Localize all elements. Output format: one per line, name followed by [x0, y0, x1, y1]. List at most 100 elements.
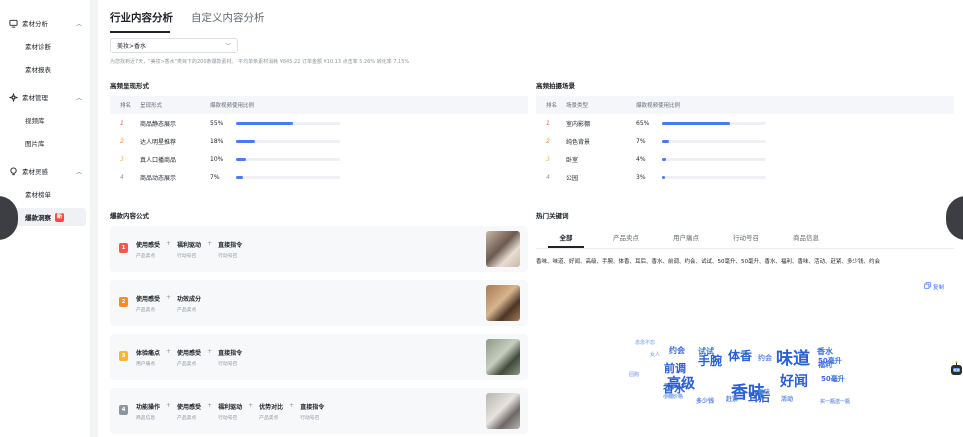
step-subtitle: 行动号召	[218, 362, 238, 367]
row-type: 商品动态展示	[140, 174, 177, 182]
row-ratio: 65%	[636, 120, 954, 127]
formula-card[interactable]: 2 使用感受 产品卖点 + 功效成分 产品卖点	[110, 280, 528, 326]
row-percent: 7%	[210, 173, 220, 181]
step-subtitle: 商品信息	[136, 416, 156, 421]
bulb-icon	[8, 166, 18, 176]
sidebar-group-manage[interactable]: 素材管理 ︿	[0, 88, 90, 106]
keywords-title: 热门关键词	[536, 212, 569, 220]
row-type: 公园	[566, 174, 579, 182]
ratio-bar-track	[662, 157, 766, 161]
step-title: 功能操作	[136, 404, 161, 411]
step-subtitle: 产品卖点	[177, 416, 197, 421]
step-title: 优势对比	[259, 404, 284, 411]
scene-table: 排名 场景类型 爆款视频使用比例 1 室内影棚 65% 2 纯色背景 7% 3 卧室 4% 4 公园…	[536, 96, 954, 186]
ratio-bar-fill	[236, 157, 247, 161]
row-percent: 65%	[636, 119, 650, 127]
keyword-tabs: 全部 产品卖点 用户痛点 行动号召 商品信息	[536, 226, 954, 248]
formula-card[interactable]: 1 使用感受 产品卖点 + 福利驱动 行动号召 + 直接指令 行动号召	[110, 226, 528, 272]
video-thumbnail[interactable]	[486, 285, 520, 321]
header-ratio: 爆款视频使用比例	[636, 103, 681, 109]
video-thumbnail[interactable]	[486, 393, 520, 429]
header-type: 呈现形式	[140, 103, 163, 109]
formula-steps: 体验痛点 用户痛点 + 使用感受 产品卖点 + 直接指令 行动号召	[136, 348, 248, 367]
cross-icon	[8, 92, 18, 102]
table-row: 1 室内影棚 65%	[536, 114, 954, 132]
video-thumbnail[interactable]	[486, 339, 520, 375]
step-subtitle: 产品卖点	[136, 254, 156, 259]
formula-step: 使用感受 产品卖点	[177, 402, 201, 421]
sidebar-group-analysis[interactable]: 素材分析 ︿	[0, 14, 90, 32]
video-thumbnail[interactable]	[486, 231, 520, 267]
table-row: 1 商品静态展示 55%	[110, 114, 528, 132]
formula-step: 直接指令 行动号召	[218, 348, 242, 367]
formula-title: 爆款内容公式	[110, 212, 149, 220]
sidebar-group-label: 素材管理	[22, 94, 48, 102]
step-title: 直接指令	[218, 350, 243, 357]
row-rank: 4	[120, 173, 124, 181]
step-separator: +	[207, 402, 213, 409]
sidebar-item-ranking[interactable]: 素材榜单	[0, 185, 90, 203]
assistant-robot-icon[interactable]	[948, 360, 963, 380]
keyword-cloud-word: 50毫升	[818, 357, 842, 365]
keyword-tab-all[interactable]: 全部	[536, 232, 596, 242]
keyword-tab-selling-points[interactable]: 产品卖点	[596, 232, 656, 242]
row-type: 纯色背景	[566, 138, 591, 146]
tab-industry-analysis[interactable]: 行业内容分析	[110, 10, 173, 31]
row-percent: 7%	[636, 137, 646, 145]
sidebar-item-report[interactable]: 素材报表	[0, 60, 90, 78]
row-rank: 3	[546, 155, 550, 163]
row-type: 商品静态展示	[140, 120, 177, 128]
keyword-tab-product-info[interactable]: 商品信息	[776, 232, 836, 242]
row-rank: 2	[546, 137, 550, 145]
step-title: 直接指令	[300, 404, 325, 411]
row-rank: 2	[120, 137, 124, 145]
keyword-tab-pain-points[interactable]: 用户痛点	[656, 232, 716, 242]
keyword-cloud-word: 香水	[663, 382, 685, 395]
row-rank: 1	[546, 119, 550, 127]
row-rank: 3	[120, 155, 124, 163]
sidebar-group-inspiration[interactable]: 素材灵感 ︿	[0, 162, 90, 180]
main-content: 行业内容分析 自定义内容分析 美妆>香水 ﹀ 为您找到近7天，"美妆>香水"类目…	[98, 0, 963, 437]
sidebar-item-diagnosis[interactable]: 素材诊断	[0, 37, 90, 55]
step-subtitle: 产品卖点	[259, 416, 279, 421]
formula-steps: 使用感受 产品卖点 + 功效成分 产品卖点	[136, 294, 207, 313]
step-title: 福利驱动	[177, 242, 202, 249]
table-header: 排名 场景类型 爆款视频使用比例	[536, 96, 954, 114]
copy-button[interactable]: 复制	[924, 282, 944, 291]
row-type: 真人口播商品	[140, 156, 177, 164]
category-select[interactable]: 美妆>香水 ﹀	[110, 38, 238, 53]
row-ratio: 7%	[636, 138, 954, 145]
sidebar-item-image-library[interactable]: 图片库	[0, 134, 90, 152]
step-subtitle: 行动号召	[218, 254, 238, 259]
chevron-up-icon: ︿	[75, 94, 82, 102]
keyword-tab-call-to-action[interactable]: 行动号召	[716, 232, 776, 242]
row-ratio: 10%	[210, 156, 528, 163]
row-type: 室内影棚	[566, 120, 591, 128]
keyword-cloud-word: 约会	[669, 346, 685, 355]
step-title: 使用感受	[136, 242, 161, 249]
keyword-cloud-word: 50毫升	[821, 375, 845, 383]
ratio-bar-track	[236, 121, 340, 125]
step-subtitle: 行动号召	[177, 254, 197, 259]
formula-steps: 功能操作 商品信息 + 使用感受 产品卖点 + 福利驱动 行动号召 + 优势对比 产品卖点 + 直接指令…	[136, 402, 330, 421]
formula-card[interactable]: 4 功能操作 商品信息 + 使用感受 产品卖点 + 福利驱动 行动号召 + 优势对比 产品卖点 + 直接指…	[110, 388, 528, 434]
ratio-bar-track	[236, 157, 340, 161]
formula-card[interactable]: 3 体验痛点 用户痛点 + 使用感受 产品卖点 + 直接指令 行动号召	[110, 334, 528, 380]
formula-step: 体验痛点 用户痛点	[136, 348, 160, 367]
keyword-cloud-word: 试试	[698, 347, 714, 356]
formula-rank-badge: 1	[119, 243, 128, 253]
keyword-list-text: 香味、味道、好闻、高级、手腕、体香、耳后、香水、前调、约会、试试、50毫升、50…	[536, 259, 881, 265]
step-title: 直接指令	[218, 242, 243, 249]
ratio-bar-fill	[236, 121, 294, 125]
keyword-cloud-word: 回购	[629, 372, 640, 378]
sidebar-item-video-library[interactable]: 视频库	[0, 111, 90, 129]
tab-custom-analysis[interactable]: 自定义内容分析	[191, 10, 265, 31]
step-title: 使用感受	[177, 350, 202, 357]
table-row: 2 纯色背景 7%	[536, 132, 954, 150]
sidebar-group-label: 素材灵感	[22, 168, 48, 176]
header-ratio: 爆款视频使用比例	[210, 103, 255, 109]
step-subtitle: 产品卖点	[177, 308, 197, 313]
copy-icon	[924, 282, 931, 291]
ratio-bar-fill	[662, 175, 666, 179]
new-badge: 新	[55, 212, 64, 222]
